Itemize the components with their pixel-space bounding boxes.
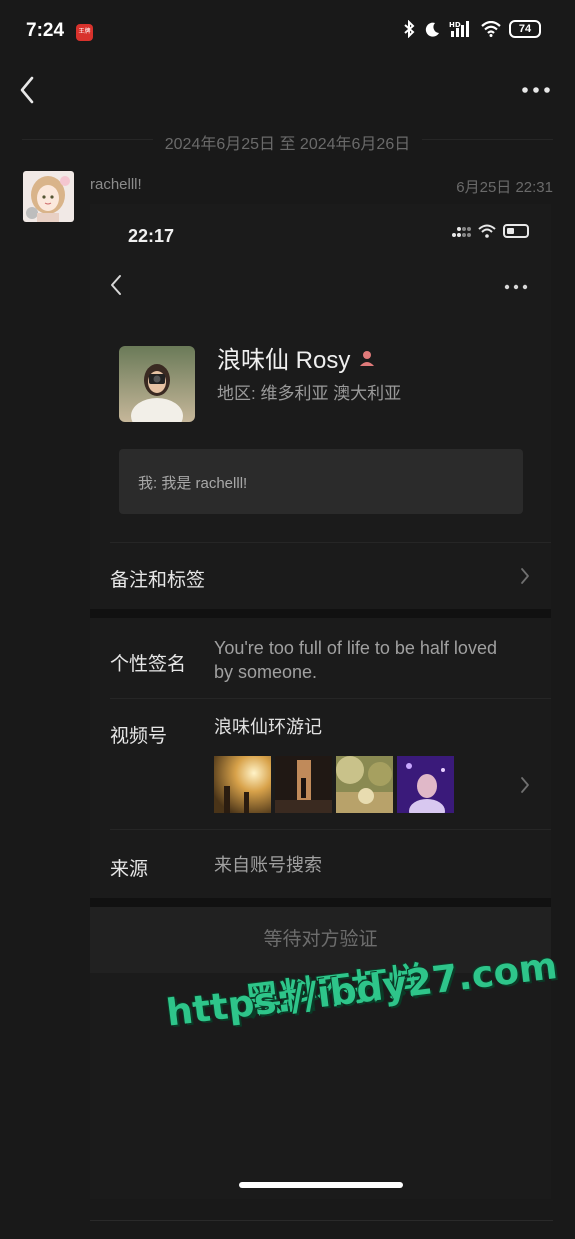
section-divider <box>90 609 551 618</box>
remarks-label: 备注和标签 <box>110 570 206 591</box>
signature-row: 个性签名 You're too full of life to be half … <box>90 618 551 698</box>
more-button[interactable] <box>521 80 551 100</box>
app-notification-icon: 王牌 <box>76 24 93 41</box>
back-button[interactable] <box>14 72 44 108</box>
home-indicator[interactable] <box>239 1182 403 1188</box>
source-label: 来源 <box>110 859 149 880</box>
wifi-icon <box>481 21 501 37</box>
divider <box>90 1220 553 1221</box>
shared-screenshot[interactable]: 22:17 浪味仙 Rosy 地区: 维多利亚 澳大利亚 我: 我是 rache… <box>90 204 551 1199</box>
chevron-left-icon <box>111 275 121 295</box>
channel-thumbnail[interactable] <box>397 756 454 813</box>
message-sender: rachelll! <box>90 176 142 193</box>
greeting-text: 我: 我是 rachelll! <box>138 475 248 492</box>
status-icons: HD 74 <box>402 20 541 38</box>
screenshot-status-time: 22:17 <box>128 226 175 246</box>
channel-thumbnail[interactable] <box>275 756 332 813</box>
chevron-right-icon <box>521 777 529 793</box>
moon-icon <box>425 22 439 37</box>
date-range: 2024年6月25日 至 2024年6月26日 <box>0 130 575 154</box>
date-range-text: 2024年6月25日 至 2024年6月26日 <box>152 136 423 153</box>
wifi-icon <box>478 224 496 238</box>
remarks-and-tags-row[interactable]: 备注和标签 <box>90 543 551 609</box>
channels-value: 浪味仙环游记 <box>214 717 322 737</box>
chevron-left-icon <box>20 76 34 104</box>
battery-icon <box>503 224 529 238</box>
avatar[interactable] <box>23 171 74 222</box>
message-time: 6月25日 22:31 <box>456 179 553 196</box>
signature-label: 个性签名 <box>110 654 187 675</box>
channel-thumbnail[interactable] <box>214 756 271 813</box>
bluetooth-icon <box>404 20 415 38</box>
source-value: 来自账号搜索 <box>214 855 322 875</box>
back-button[interactable] <box>108 272 126 298</box>
channel-thumbnail[interactable] <box>336 756 393 813</box>
more-dots-icon <box>504 284 528 290</box>
svg-text:HD: HD <box>449 21 461 29</box>
more-button[interactable] <box>503 280 529 294</box>
hd-signal-icon: HD <box>449 21 469 37</box>
avatar-illustration <box>23 171 74 222</box>
profile-name-row: 浪味仙 Rosy <box>217 340 376 375</box>
channels-label: 视频号 <box>110 726 168 747</box>
status-time: 7:24 <box>26 20 65 41</box>
greeting-message: 我: 我是 rachelll! <box>119 449 523 514</box>
chevron-right-icon <box>521 568 529 584</box>
signal-icon <box>452 227 471 237</box>
section-divider <box>90 898 551 907</box>
female-gender-icon <box>360 350 375 366</box>
profile-photo[interactable] <box>119 346 195 422</box>
profile-region: 地区: 维多利亚 澳大利亚 <box>217 384 402 403</box>
profile-name: 浪味仙 Rosy <box>217 347 351 374</box>
battery-icon: 74 <box>509 20 541 38</box>
screenshot-status-icons <box>451 224 529 238</box>
profile-photo-image <box>119 346 195 422</box>
signature-value: You're too full of life to be half loved… <box>214 638 497 682</box>
source-row: 来源 来自账号搜索 <box>90 830 551 898</box>
more-dots-icon <box>522 87 550 93</box>
